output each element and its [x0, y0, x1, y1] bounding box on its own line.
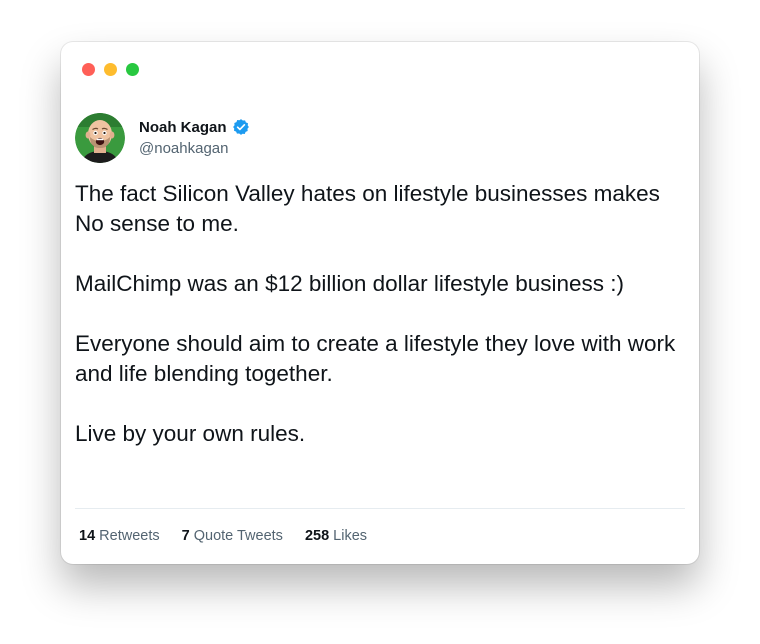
quote-tweets-label: Quote Tweets [193, 528, 283, 544]
tweet-paragraph: Everyone should aim to create a lifestyl… [75, 331, 676, 386]
retweets-stat[interactable]: 14 Retweets [79, 528, 160, 544]
author-name[interactable]: Noah Kagan [139, 119, 227, 136]
verified-badge-icon [232, 118, 250, 136]
divider [75, 508, 685, 509]
author-name-row: Noah Kagan [139, 118, 250, 136]
tweet-paragraph: Live by your own rules. [75, 421, 306, 446]
author-handle[interactable]: @noahkagan [139, 140, 228, 157]
quote-tweets-count: 7 [181, 528, 190, 544]
likes-label: Likes [333, 528, 368, 544]
profile-photo-icon [75, 113, 125, 163]
close-window-button[interactable] [82, 63, 95, 76]
retweets-count: 14 [79, 528, 96, 544]
minimize-window-button[interactable] [104, 63, 117, 76]
retweets-label: Retweets [99, 528, 160, 544]
maximize-window-button[interactable] [126, 63, 139, 76]
avatar[interactable] [75, 113, 125, 163]
tweet-paragraph: MailChimp was an $12 billion dollar life… [75, 271, 624, 296]
likes-count: 258 [304, 528, 330, 544]
tweet-window: Noah Kagan @noahkagan The fact Silicon V… [61, 42, 699, 564]
quote-tweets-stat[interactable]: 7 Quote Tweets [182, 528, 283, 544]
likes-stat[interactable]: 258 Likes [305, 528, 367, 544]
tweet-stats: 14 Retweets 7 Quote Tweets 258 Likes [79, 528, 367, 544]
tweet-paragraph: The fact Silicon Valley hates on lifesty… [75, 181, 660, 236]
tweet-body: The fact Silicon Valley hates on lifesty… [75, 179, 685, 479]
window-controls [82, 63, 139, 76]
